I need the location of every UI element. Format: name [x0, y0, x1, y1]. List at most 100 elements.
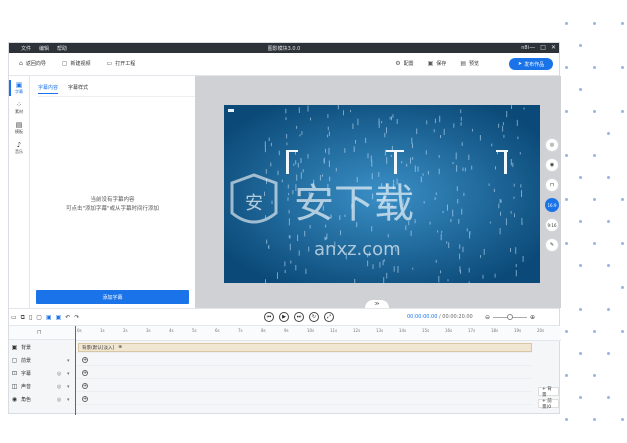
track-row[interactable]: 背景(默认[淡入] ⊕	[75, 342, 532, 353]
noise-streak	[288, 193, 289, 195]
save-button[interactable]: ▣ 保存	[428, 60, 447, 67]
decor-dot	[565, 198, 568, 201]
track-header[interactable]: ◫ 声音 ◎ ▾	[9, 381, 75, 392]
chevron-down-icon[interactable]: ▾	[67, 384, 70, 390]
folder-icon: ▭	[107, 60, 113, 67]
chevron-down-icon[interactable]: ▾	[67, 397, 70, 403]
playhead[interactable]	[75, 326, 76, 415]
add-caption-button[interactable]: 添加字幕	[36, 290, 189, 304]
track-row[interactable]: +	[75, 368, 532, 379]
track-row[interactable]: +	[75, 355, 532, 366]
tab-caption-style[interactable]: 字幕样式	[68, 84, 88, 94]
track-header[interactable]: ⊡ 字幕 ◎ ▾	[9, 368, 75, 379]
add-item-button[interactable]: +	[82, 370, 88, 376]
edit-button[interactable]: ✎	[545, 238, 559, 252]
preview-button[interactable]: ▤ 预览	[460, 60, 479, 67]
noise-streak	[379, 118, 380, 125]
crop-icon[interactable]: ▣	[56, 314, 62, 322]
open-label: 打开工程	[115, 60, 135, 67]
noise-streak	[458, 219, 459, 224]
noise-streak	[441, 231, 442, 233]
track-row[interactable]: +	[75, 381, 532, 392]
back-to-wizard-button[interactable]: ⌂ 返回向导	[19, 60, 46, 67]
close-button[interactable]: ✕	[551, 44, 556, 51]
chevron-down-icon[interactable]: ▾	[67, 358, 70, 364]
track-row[interactable]: +	[75, 394, 532, 405]
lock-button[interactable]: ⊓	[545, 178, 559, 192]
ratio-9-16-button[interactable]: 9:16	[545, 218, 559, 232]
background-clip[interactable]: 背景(默认[淡入] ⊕	[78, 343, 532, 352]
noise-streak	[459, 244, 460, 249]
add-item-button[interactable]: +	[82, 396, 88, 402]
noise-streak	[412, 157, 413, 160]
lock-all-icon[interactable]: ⊓	[37, 329, 42, 336]
noise-streak	[514, 213, 515, 217]
new-video-button[interactable]: ▢ 新建视频	[62, 60, 91, 67]
add-item-button[interactable]: +	[82, 383, 88, 389]
zoom-out-icon[interactable]: ⊖	[485, 314, 490, 321]
filter-button[interactable]: ◉	[545, 158, 559, 172]
noise-streak	[472, 129, 473, 132]
loop-button[interactable]: ↻	[309, 312, 319, 322]
next-frame-button[interactable]: ⏭	[294, 312, 304, 322]
chevron-down-icon[interactable]: ▾	[67, 371, 70, 377]
track-header[interactable]: ◉ 角色 ◎ ▾	[9, 394, 75, 405]
visibility-icon[interactable]: ◎	[57, 384, 61, 390]
decor-dot	[621, 286, 624, 289]
zoom-slider[interactable]	[493, 317, 527, 318]
ruler-tick: 0s	[77, 328, 82, 333]
ruler-tick: 17s	[468, 328, 475, 333]
zoom-in-icon[interactable]: ⊕	[530, 314, 535, 321]
add-foreground-track-button[interactable]: + 前景(0	[538, 399, 559, 408]
noise-streak	[435, 119, 436, 124]
delete-icon[interactable]: ▢	[36, 314, 42, 322]
open-project-button[interactable]: ▭ 打开工程	[107, 60, 136, 67]
publish-button[interactable]: ➤ 发布作品	[509, 58, 553, 70]
play-button[interactable]: ▶	[279, 312, 289, 322]
decor-dot	[621, 242, 624, 245]
noise-streak	[398, 266, 399, 273]
pen-icon: ✎	[550, 242, 554, 248]
screenshot-button[interactable]: ◎	[545, 138, 559, 152]
split-icon[interactable]: ▣	[46, 314, 52, 322]
noise-streak	[444, 129, 445, 135]
track-header[interactable]: ▣ 背景	[9, 342, 75, 353]
noise-streak	[352, 124, 353, 129]
noise-streak	[394, 266, 395, 271]
camera-tool-icon[interactable]: ▭	[11, 314, 17, 322]
paste-icon[interactable]: ▯	[29, 314, 32, 322]
add-background-track-button[interactable]: + 背景	[538, 387, 559, 396]
fullscreen-button[interactable]: ⤢	[324, 312, 334, 322]
track-header[interactable]: ▢ 前景 ▾	[9, 355, 75, 366]
decor-dot	[579, 176, 582, 179]
time-ruler[interactable]: 0s 1s 2s 3s 4s 5s 6s 7s 8s 9s 10s 11s 12s 13s 14s 15s 16…	[75, 326, 561, 341]
visibility-icon[interactable]: ◎	[57, 397, 61, 403]
add-item-button[interactable]: +	[82, 357, 88, 363]
nav-item-music[interactable]: ♪ 音乐	[9, 141, 29, 155]
redo-icon[interactable]: ↷	[74, 314, 79, 322]
tab-caption-content[interactable]: 字幕内容	[38, 84, 58, 94]
visibility-icon[interactable]: ◎	[57, 371, 61, 377]
noise-streak	[439, 116, 440, 122]
user-name[interactable]: n8i	[521, 45, 529, 51]
zoom-knob[interactable]	[507, 314, 513, 320]
maximize-button[interactable]: □	[540, 44, 546, 51]
nav-item-caption[interactable]: ▣ 字幕	[9, 81, 29, 95]
copy-icon[interactable]: ⧉	[21, 314, 25, 322]
noise-streak	[324, 159, 325, 163]
settings-button[interactable]: ⚙ 配置	[395, 60, 413, 67]
add-clip-icon[interactable]: ⊕	[118, 345, 122, 350]
undo-icon[interactable]: ↶	[65, 314, 70, 322]
minimize-button[interactable]: —	[529, 44, 535, 51]
noise-streak	[434, 129, 435, 132]
collapse-stage-button[interactable]: ≫	[365, 300, 389, 308]
nav-item-template[interactable]: ▤ 模板	[9, 121, 29, 135]
noise-streak	[301, 172, 302, 179]
noise-streak	[437, 230, 438, 232]
video-canvas[interactable]: 安 安下载 anxz.com	[224, 105, 540, 283]
noise-streak	[286, 143, 287, 146]
ratio-16-9-button[interactable]: 16:9	[545, 198, 559, 212]
new-label: 新建视频	[71, 60, 91, 67]
nav-item-material[interactable]: ⁘ 素材	[9, 101, 29, 115]
prev-frame-button[interactable]: ⏮	[264, 312, 274, 322]
